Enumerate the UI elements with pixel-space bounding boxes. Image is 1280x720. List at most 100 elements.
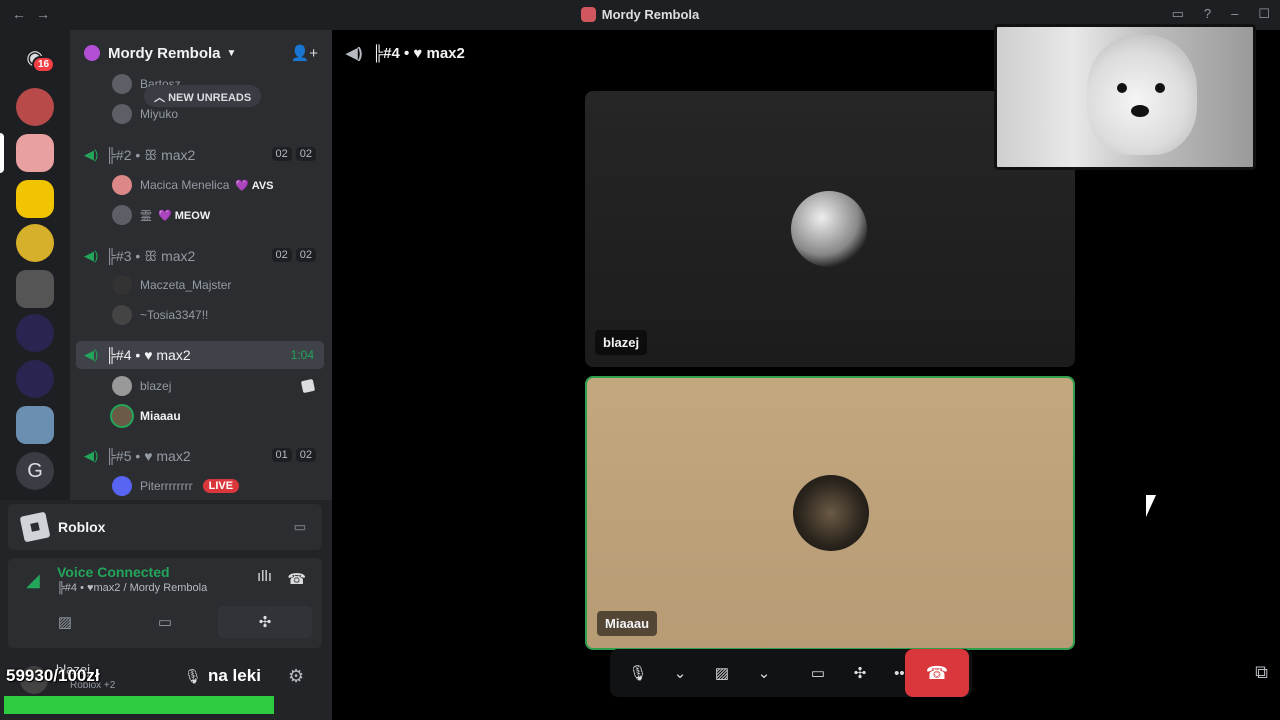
server-icon-2[interactable] (16, 134, 54, 172)
server-icon-7[interactable] (16, 360, 54, 398)
activities-button[interactable]: ✣ (842, 655, 878, 691)
avatar (112, 376, 132, 396)
channel-sidebar: Mordy Rembola ▼ 👤+ Bartosz ︿ NEW UNREADS … (70, 30, 332, 500)
speaker-icon: ◀) (84, 448, 99, 463)
member-name: Maczeta_Majster (140, 278, 232, 292)
server-icon-1[interactable] (16, 88, 54, 126)
camera-button[interactable]: ▨ (18, 606, 112, 638)
channel-sep: • (135, 448, 141, 464)
voice-channel-3[interactable]: ◀) ╠#3 • ꕥ max2 02 02 (76, 242, 324, 270)
chevron-down-icon: ⌄ (673, 665, 687, 682)
voice-channel-path[interactable]: ╠#4 • ♥max2 / Mordy Rembola (57, 582, 207, 594)
dm-badge: 16 (32, 56, 56, 73)
channel-emoji: ꕥ (144, 146, 158, 163)
member-item[interactable]: Miyuko (112, 102, 178, 126)
channel-prefix: ╠#3 (106, 248, 132, 264)
channel-prefix: ╠#2 (106, 147, 132, 163)
inbox-icon[interactable]: ▭ (1172, 6, 1184, 22)
channel-header-title: ╠#4 • ♥ max2 (372, 44, 465, 62)
avatar (112, 406, 132, 426)
dog-image (1087, 35, 1197, 155)
member-item[interactable]: Miaaau (112, 404, 181, 428)
avatar (112, 205, 132, 225)
mic-options-button[interactable]: ⌄ (662, 655, 698, 691)
member-name: blazej (140, 379, 172, 393)
count-current: 02 (271, 147, 292, 161)
avatar (112, 175, 132, 195)
camera-button[interactable]: ▨ (704, 655, 740, 691)
maximize-button[interactable]: ☐ (1258, 6, 1270, 22)
guild-name: Mordy Rembola (108, 44, 221, 62)
speaker-icon: ◀) (84, 347, 99, 362)
disconnect-button[interactable]: ☎ (905, 649, 969, 697)
activity-card[interactable]: Roblox ▭ (8, 504, 322, 550)
channel-sep: • (135, 347, 141, 363)
member-item[interactable]: Macica Menelica 💜 AVS (112, 173, 274, 197)
channel-header: ◀) ╠#4 • ♥ max2 (346, 44, 465, 63)
member-item[interactable]: blazej (112, 374, 171, 398)
screen-share-icon: ▭ (810, 665, 826, 682)
camera-options-button[interactable]: ⌄ (746, 655, 782, 691)
speaker-icon: ◀) (84, 248, 99, 263)
participant-avatar (791, 191, 867, 267)
window-title: Mordy Rembola (0, 7, 1280, 22)
noise-suppression-icon[interactable]: ıllı (257, 568, 272, 585)
participant-tile-speaking[interactable]: Miaaau (585, 376, 1075, 650)
hang-up-icon: ☎ (925, 662, 949, 683)
screen-share-button[interactable]: ▭ (118, 606, 212, 638)
activities-button[interactable]: ✣ (218, 606, 312, 638)
member-name: 霊 (140, 208, 153, 223)
server-icon-3[interactable] (16, 180, 54, 218)
member-item[interactable]: Maczeta_Majster (112, 273, 231, 297)
server-icon-9[interactable]: G (16, 452, 54, 490)
roblox-icon (19, 511, 51, 543)
microphone-icon[interactable]: 🎙 (184, 668, 202, 685)
speaker-icon: ◀) (346, 45, 363, 62)
window-title-text: Mordy Rembola (601, 7, 700, 22)
voice-channel-2[interactable]: ◀) ╠#2 • ꕥ max2 02 02 (76, 141, 324, 169)
voice-status[interactable]: Voice Connected (57, 564, 170, 580)
channel-sep: • (135, 248, 141, 264)
disconnect-icon[interactable]: ☎ (287, 570, 306, 588)
minimize-button[interactable]: ‒ (1231, 6, 1238, 22)
camera-off-icon: ▨ (714, 665, 730, 682)
user-count: 02 02 (271, 248, 316, 262)
gear-icon[interactable]: ⚙ (288, 666, 304, 687)
screen-share-button[interactable]: ▭ (800, 655, 836, 691)
signal-icon[interactable]: ◢ (26, 570, 40, 591)
member-name: Miaaau (140, 409, 181, 423)
screen-share-icon: ▭ (157, 614, 173, 631)
member-item[interactable]: ~Tosia3347!! (112, 303, 208, 327)
member-item[interactable]: 霊 💜 MEOW (112, 203, 210, 227)
server-icon-4[interactable] (16, 224, 54, 262)
popout-icon[interactable]: ⧉ (1255, 662, 1268, 683)
activities-icon: ✣ (258, 614, 272, 631)
server-icon-8[interactable] (16, 406, 54, 444)
count-current: 02 (271, 248, 292, 262)
guild-icon (84, 45, 100, 61)
channel-timer: 1:04 (290, 348, 314, 362)
user-count: 01 02 (271, 448, 316, 462)
screen-share-icon[interactable]: ▭ (294, 519, 306, 535)
avatar (112, 275, 132, 295)
mute-button[interactable]: 🎙 (620, 655, 656, 691)
help-icon[interactable]: ? (1204, 6, 1211, 22)
chevron-down-icon: ⌄ (757, 665, 771, 682)
avatar (112, 74, 132, 94)
channel-emoji: ꕥ (144, 247, 158, 264)
activities-icon: ✣ (853, 665, 867, 682)
server-icon-5[interactable] (16, 270, 54, 308)
server-rail: ◉ 16 G (0, 30, 70, 500)
member-item[interactable]: Piterrrrrrrr LIVE (112, 474, 240, 498)
server-icon-6[interactable] (16, 314, 54, 352)
donation-overlay-label: na leki (208, 666, 261, 685)
avatar (112, 104, 132, 124)
add-user-icon[interactable]: 👤+ (291, 44, 318, 62)
active-server-pill (0, 133, 4, 173)
voice-channel-5[interactable]: ◀) ╠#5 • ♥ max2 01 02 (76, 442, 324, 470)
mouse-cursor (1146, 495, 1156, 517)
member-tag: 💜 AVS (235, 179, 274, 192)
voice-connection-panel: ◢ Voice Connected ╠#4 • ♥max2 / Mordy Re… (8, 558, 322, 648)
user-panel: Roblox ▭ ◢ Voice Connected ╠#4 • ♥max2 / … (0, 500, 332, 720)
voice-channel-4[interactable]: ◀) ╠#4 • ♥ max2 1:04 (76, 341, 324, 369)
